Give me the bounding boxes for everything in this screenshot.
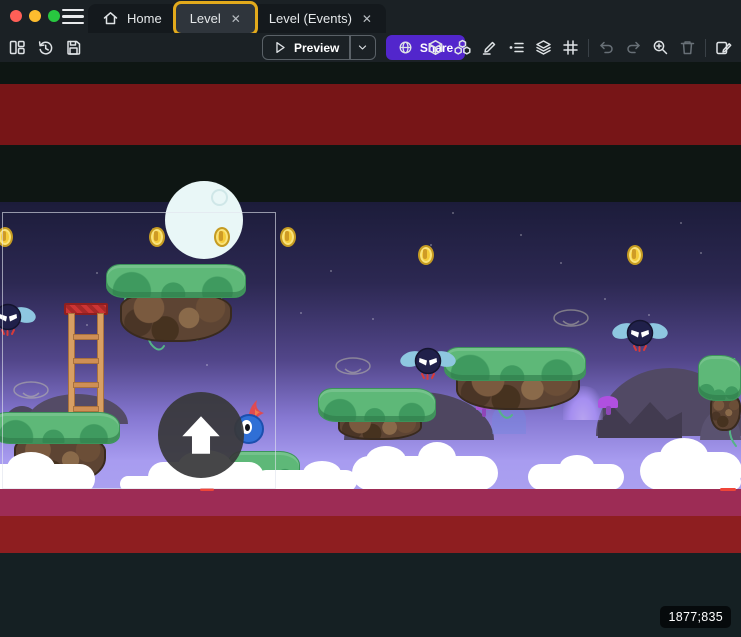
save-icon	[65, 39, 82, 56]
cursor-coordinates: 1877;835	[660, 606, 731, 628]
layers-button[interactable]	[534, 38, 553, 57]
toolbar-left-group	[8, 33, 83, 62]
outside-scene-area	[0, 553, 741, 637]
object-groups-icon	[454, 39, 471, 56]
floating-platform[interactable]	[444, 347, 586, 381]
redo-icon	[625, 39, 642, 56]
zoom-in-icon	[652, 39, 669, 56]
tab-level-events[interactable]: Level (Events) ✕	[255, 4, 386, 33]
player-pupil	[245, 424, 250, 431]
layers-icon	[535, 39, 552, 56]
edit-button[interactable]	[480, 38, 499, 57]
toolbar: Preview Share	[0, 33, 741, 62]
undo-button[interactable]	[597, 38, 616, 57]
object-groups-button[interactable]	[453, 38, 472, 57]
toolbar-divider	[588, 39, 589, 57]
platform[interactable]	[698, 355, 741, 401]
titlebar: Home Level ✕ Level (Events) ✕	[0, 0, 741, 33]
home-icon	[102, 10, 119, 27]
scene-properties-button[interactable]	[714, 38, 733, 57]
history-icon	[37, 39, 54, 56]
hamburger-icon	[62, 9, 84, 11]
instances-list-button[interactable]	[507, 38, 526, 57]
trash-icon	[679, 39, 696, 56]
instances-list-icon	[508, 39, 525, 56]
main-menu-button[interactable]	[62, 9, 84, 24]
ground-red-strip[interactable]	[0, 516, 741, 553]
panels-icon	[9, 39, 26, 56]
preview-options-button[interactable]	[351, 41, 375, 54]
maximize-window-button[interactable]	[48, 10, 60, 22]
toolbar-right-group	[426, 33, 733, 62]
pencil-icon	[481, 39, 498, 56]
play-icon	[273, 40, 288, 55]
scene-properties-icon	[715, 39, 732, 56]
redo-button[interactable]	[624, 38, 643, 57]
globe-icon	[398, 40, 413, 55]
tab-label: Level (Events)	[269, 11, 352, 26]
close-tab-icon[interactable]: ✕	[231, 12, 241, 26]
tab-level[interactable]: Level ✕	[176, 4, 255, 33]
preview-label: Preview	[294, 41, 339, 55]
objects-cube-icon	[427, 39, 444, 56]
tab-label: Home	[127, 11, 162, 26]
red-marker	[720, 488, 736, 491]
chevron-down-icon	[356, 41, 369, 54]
preview-button[interactable]: Preview	[262, 35, 376, 60]
toolbar-divider	[705, 39, 706, 57]
window-controls	[10, 10, 60, 22]
history-button[interactable]	[36, 38, 55, 57]
zoom-button[interactable]	[651, 38, 670, 57]
red-marker	[200, 488, 214, 491]
platform[interactable]	[0, 412, 120, 444]
tab-strip: Home Level ✕ Level (Events) ✕	[88, 4, 386, 33]
save-button[interactable]	[64, 38, 83, 57]
minimize-window-button[interactable]	[29, 10, 41, 22]
tab-label: Level	[190, 11, 221, 26]
floating-platform[interactable]	[106, 264, 246, 298]
close-window-button[interactable]	[10, 10, 22, 22]
platform-dirt[interactable]	[120, 292, 232, 342]
up-arrow-icon	[172, 406, 230, 464]
objects-panel-button[interactable]	[426, 38, 445, 57]
panels-button[interactable]	[8, 38, 27, 57]
close-tab-icon[interactable]: ✕	[362, 12, 372, 26]
tab-home[interactable]: Home	[88, 4, 176, 33]
up-arrow-control[interactable]	[158, 392, 244, 478]
top-red-wall[interactable]	[0, 84, 741, 145]
grid-button[interactable]	[561, 38, 580, 57]
undo-icon	[598, 39, 615, 56]
cloud[interactable]	[352, 456, 498, 490]
cloud[interactable]	[528, 464, 624, 490]
grid-icon	[562, 39, 579, 56]
moon[interactable]	[165, 181, 243, 259]
scene-editor-canvas[interactable]: 1877;835	[0, 62, 741, 637]
delete-button[interactable]	[678, 38, 697, 57]
ground-pink-strip[interactable]	[0, 489, 741, 516]
ladder[interactable]	[64, 303, 108, 421]
night-sky-background	[0, 202, 741, 490]
platform[interactable]	[318, 388, 436, 422]
